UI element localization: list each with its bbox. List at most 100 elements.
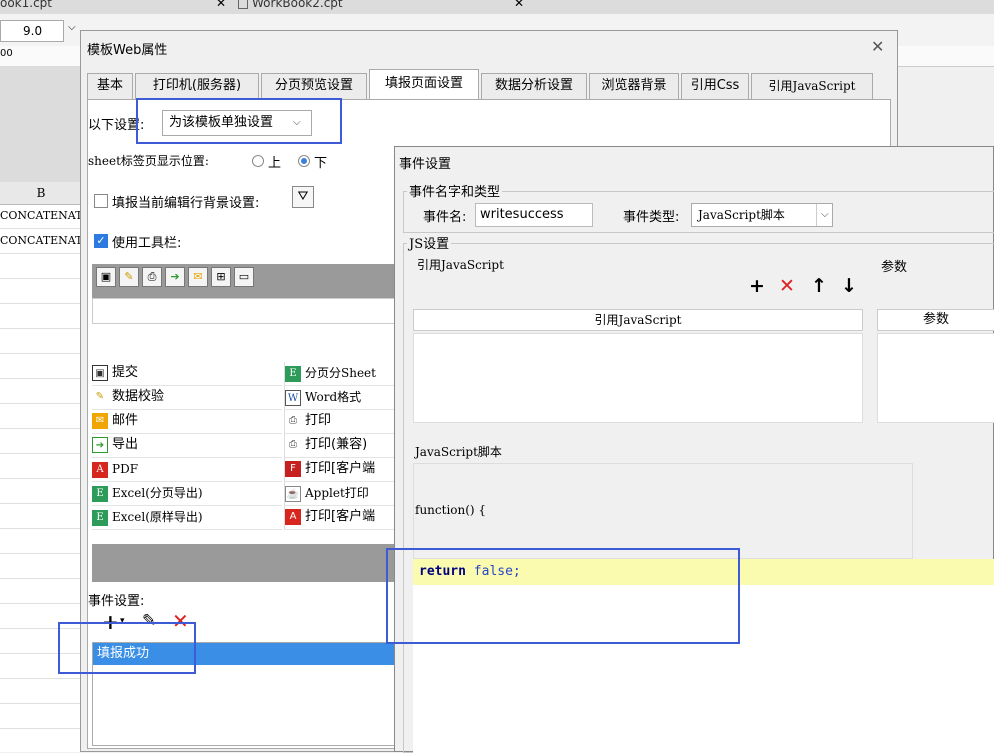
cell[interactable]: [0, 254, 82, 279]
flash-print-icon: F: [285, 460, 301, 477]
sheet-position-top-label: 上: [268, 156, 282, 171]
event-type-select[interactable]: JavaScript脚本 ⌵: [691, 203, 833, 227]
highlight-box-event-item: [58, 622, 196, 674]
list-item[interactable]: F 打印[客户端: [285, 458, 401, 482]
cell[interactable]: [0, 529, 82, 554]
list-item[interactable]: E Excel(分页导出): [92, 482, 282, 506]
tab-ref-css[interactable]: 引用Css: [681, 73, 749, 99]
delete-button[interactable]: ✕: [779, 275, 795, 297]
script-label: JavaScript脚本: [415, 445, 502, 459]
paint-bucket-icon[interactable]: ⛛: [292, 186, 314, 208]
sheet-position-top-radio[interactable]: [252, 155, 264, 167]
cell[interactable]: [0, 429, 82, 454]
column-header-b[interactable]: B: [0, 182, 82, 205]
sheet-position-bottom-radio[interactable]: [298, 155, 310, 167]
params-table-body[interactable]: [877, 333, 994, 423]
tab-data-analysis[interactable]: 数据分析设置: [481, 73, 587, 99]
bg-tab-workbook1[interactable]: ook1.cpt: [0, 0, 52, 12]
event-settings-dialog: 事件设置 事件名字和类型 事件名: writesuccess 事件类型: Jav…: [394, 146, 994, 753]
function-signature: function() {: [415, 503, 487, 517]
close-icon[interactable]: ✕: [216, 0, 226, 10]
font-size-select[interactable]: 9.0: [0, 20, 64, 42]
word-icon: W: [285, 389, 301, 406]
list-item[interactable]: E Excel(原样导出): [92, 506, 282, 530]
group-title: 事件名字和类型: [407, 181, 503, 200]
sheet-position-bottom-label: 下: [314, 156, 328, 171]
cell[interactable]: [0, 379, 82, 404]
cell[interactable]: [0, 354, 82, 379]
dialog-title: 模板Web属性: [87, 43, 168, 58]
ref-js-label: 引用JavaScript: [417, 258, 504, 272]
cell[interactable]: [0, 504, 82, 529]
cell[interactable]: CONCATENATE: [0, 204, 82, 229]
cell[interactable]: [0, 704, 82, 729]
add-button[interactable]: +: [749, 275, 765, 297]
print-icon: ⎙: [289, 438, 297, 450]
highlight-box-code: [386, 548, 740, 644]
edit-row-bg-checkbox[interactable]: [94, 194, 108, 208]
export-icon: ➔: [92, 436, 108, 453]
excel-icon: E: [92, 509, 108, 526]
toolbar-preview-strip: ▣ ✎ ⎙ ➔ ✉ ⊞ ▭: [92, 264, 398, 298]
pdf-icon: A: [285, 508, 301, 525]
close-icon[interactable]: ✕: [514, 0, 524, 10]
list-item[interactable]: ⎙ 打印(兼容): [285, 434, 401, 458]
cell[interactable]: [0, 554, 82, 579]
print-icon[interactable]: ⎙: [142, 267, 162, 287]
close-icon[interactable]: ✕: [871, 37, 884, 56]
highlight-box-settings: [136, 98, 342, 144]
table-header-params[interactable]: 参数: [877, 309, 994, 331]
use-toolbar-checkbox[interactable]: ✓: [94, 234, 108, 248]
validate-icon[interactable]: ✎: [119, 267, 139, 287]
buttons-list-left: ▣ 提交 ✎ 数据校验 ✉ 邮件 ➔ 导出 A PDF E Excel(分页导出) E Exc…: [92, 362, 282, 530]
export-icon[interactable]: ➔: [165, 267, 185, 287]
use-toolbar-label: 使用工具栏:: [112, 236, 182, 251]
toolbar-gray-bar: [92, 544, 398, 582]
cell[interactable]: [0, 304, 82, 329]
ref-js-table-body[interactable]: [413, 333, 863, 423]
save-icon: ▣: [92, 364, 108, 381]
list-item[interactable]: A PDF: [92, 458, 282, 482]
save-icon[interactable]: ▣: [96, 267, 116, 287]
cell[interactable]: CONCATENATE: [0, 229, 82, 254]
cell[interactable]: [0, 454, 82, 479]
cell[interactable]: [0, 679, 82, 704]
list-item[interactable]: ✎ 数据校验: [92, 386, 282, 410]
tab-ref-javascript[interactable]: 引用JavaScript: [751, 73, 873, 99]
list-item[interactable]: A 打印[客户端: [285, 506, 401, 530]
move-down-button[interactable]: ↓: [841, 275, 857, 297]
list-item[interactable]: ⎙ 打印: [285, 410, 401, 434]
ruler: [898, 46, 994, 67]
chevron-down-icon[interactable]: ⌵: [68, 22, 76, 33]
tab-browser-background[interactable]: 浏览器背景: [589, 73, 679, 99]
tab-basic[interactable]: 基本: [87, 73, 133, 99]
cell[interactable]: [0, 479, 82, 504]
cell[interactable]: [0, 279, 82, 304]
table-header-ref-js[interactable]: 引用JavaScript: [413, 309, 863, 331]
group-title: JS设置: [407, 233, 452, 252]
bg-tab-workbook2[interactable]: WorkBook2.cpt: [252, 0, 343, 12]
cell[interactable]: [0, 404, 82, 429]
mail-icon[interactable]: ✉: [188, 267, 208, 287]
excel-icon: E: [92, 485, 108, 502]
event-type-label: 事件类型:: [623, 210, 680, 225]
chevron-down-icon: ⌵: [816, 204, 829, 226]
list-item[interactable]: ➔ 导出: [92, 434, 282, 458]
tab-printer-server[interactable]: 打印机(服务器): [135, 73, 259, 99]
list-item[interactable]: ☕ Applet打印: [285, 482, 401, 506]
tab-fill-page-settings[interactable]: 填报页面设置: [369, 69, 479, 99]
event-name-input[interactable]: writesuccess: [475, 203, 593, 227]
cell[interactable]: [0, 579, 82, 604]
cell[interactable]: [0, 329, 82, 354]
list-item[interactable]: ▣ 提交: [92, 362, 282, 386]
list-item[interactable]: W Word格式: [285, 386, 401, 410]
window-icon[interactable]: ▭: [234, 267, 254, 287]
move-up-button[interactable]: ↑: [811, 275, 827, 297]
script-frame: [413, 463, 913, 559]
tab-page-preview[interactable]: 分页预览设置: [261, 73, 367, 99]
layout-icon[interactable]: ⊞: [211, 267, 231, 287]
dialog-title: 事件设置: [399, 157, 452, 172]
list-item[interactable]: ✉ 邮件: [92, 410, 282, 434]
background-tab-bar: ook1.cpt ✕ WorkBook2.cpt ✕: [0, 0, 994, 14]
list-item[interactable]: E 分页分Sheet: [285, 362, 401, 386]
